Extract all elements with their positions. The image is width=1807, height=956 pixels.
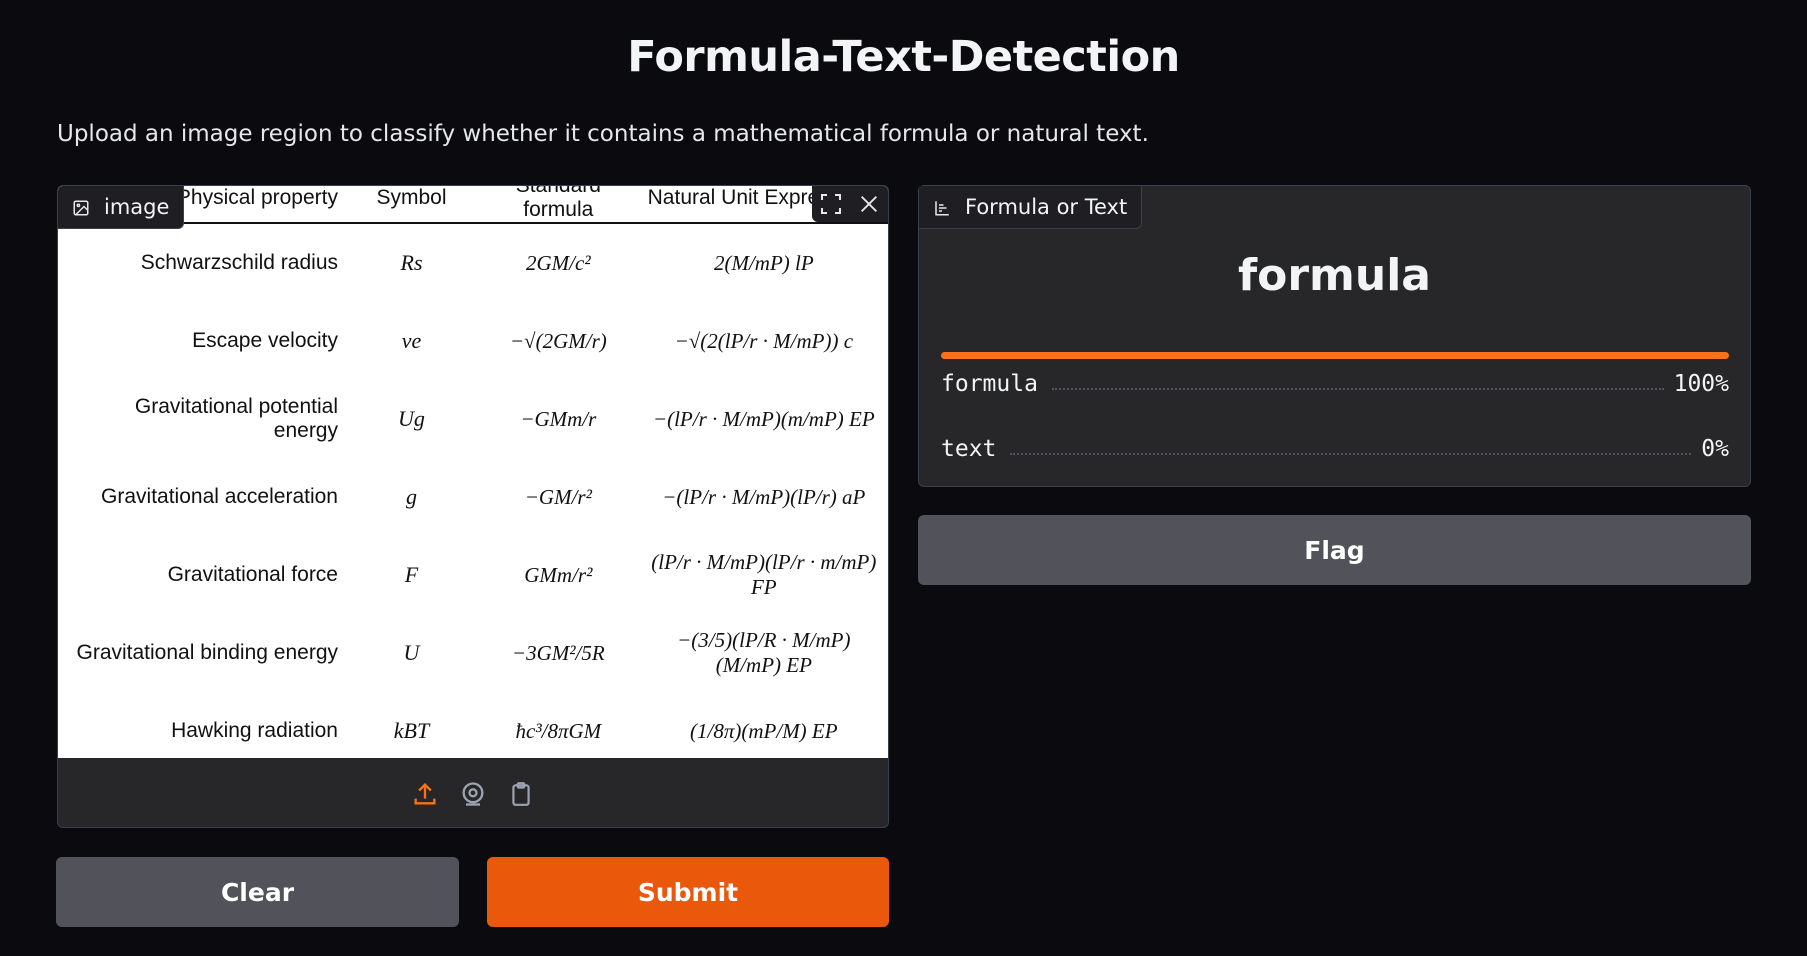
table-row: Schwarzschild radius Rs 2GM/c² 2(M/mP) l… [58,223,888,302]
close-icon[interactable] [850,186,888,222]
image-controls [812,186,888,222]
flag-button[interactable]: Flag [918,515,1751,585]
table-row: Escape velocity ve −√(2GM/r) −√(2(lP/r ·… [58,302,888,380]
cell-symbol: ve [401,328,422,353]
cell-standard: −3GM²/5R [511,640,605,665]
cell-natural: (1/8π)(mP/M) EP [690,718,838,743]
table-row: Gravitational acceleration g −GM/r² −(lP… [58,458,888,536]
upload-icon[interactable] [409,778,441,810]
output-label-tag: Formula or Text [919,186,1143,229]
cell-natural: −(lP/r · M/mP)(m/mP) EP [652,406,875,431]
cell-property: Schwarzschild radius [140,251,338,274]
cell-property: Hawking radiation [171,719,338,742]
cell-natural: (lP/r · M/mP)(lP/r · m/mP) FP [651,550,877,599]
cell-property: Gravitational potential energy [134,395,338,442]
table-row: Hawking radiation kBT ħc³/8πGM (1/8π)(mP… [58,692,888,758]
table-row: Gravitational binding energy U −3GM²/5R … [58,614,888,692]
cell-natural: −√(2(lP/r · M/mP)) c [674,328,854,353]
confidence-row-text[interactable]: text 0% [941,434,1729,464]
confidence-label: formula [941,371,1038,397]
output-label-text: Formula or Text [965,195,1128,219]
cell-standard: −√(2GM/r) [509,328,607,353]
cell-symbol: g [406,484,417,509]
predicted-label: formula [1237,250,1431,301]
confidence-value: 100% [1673,371,1729,397]
image-source-toolbar [58,758,888,827]
fullscreen-icon[interactable] [812,186,850,222]
clipboard-icon[interactable] [505,778,537,810]
confidence-row-formula[interactable]: formula 100% [941,369,1729,399]
cell-symbol: Ug [398,406,425,431]
image-label-text: image [104,195,170,219]
cell-standard: GMm/r² [524,562,593,587]
confidence-label: text [941,436,997,462]
cell-standard: −GMm/r [520,406,597,431]
cell-symbol: F [404,562,419,587]
table-row: Gravitational force F GMm/r² (lP/r · M/m… [58,536,888,614]
table-header-symbol: Symbol [346,186,477,224]
cell-standard: 2GM/c² [526,250,591,275]
confidence-bar [941,352,1729,359]
cell-natural: −(lP/r · M/mP)(lP/r) aP [662,484,866,509]
cell-symbol: kBT [393,718,430,743]
table-header-standard: Standard formula [477,186,640,224]
image-label-tag: image [58,186,185,229]
cell-standard: −GM/r² [524,484,592,509]
cell-property: Gravitational binding energy [76,641,339,664]
cell-standard: ħc³/8πGM [515,718,602,743]
confidence-value: 0% [1701,436,1729,462]
dotted-leader [1051,388,1664,390]
clear-button[interactable]: Clear [56,857,459,927]
cell-property: Gravitational force [167,563,338,586]
uploaded-image: Physical property Symbol Standard formul… [58,186,888,758]
cell-property: Gravitational acceleration [101,485,338,508]
table-row: Gravitational potential energy Ug −GMm/r… [58,380,888,458]
page-title: Formula-Text-Detection [627,32,1180,82]
confidence-bar-fill [941,352,1729,359]
webcam-icon[interactable] [457,778,489,810]
image-icon [72,198,90,216]
cell-property: Escape velocity [192,329,338,352]
bar-chart-icon [933,198,951,216]
page-description: Upload an image region to classify wheth… [57,121,1149,147]
cell-natural: 2(M/mP) lP [713,250,814,275]
cell-symbol: U [403,640,420,665]
image-input-panel[interactable]: Physical property Symbol Standard formul… [57,185,889,828]
label-output-panel: Formula or Text formula formula 100% tex… [918,185,1751,487]
submit-button[interactable]: Submit [487,857,889,927]
dotted-leader [1010,453,1692,455]
cell-natural: −(3/5)(lP/R · M/mP)(M/mP) EP [677,628,851,677]
physics-formula-table: Physical property Symbol Standard formul… [58,186,888,758]
cell-symbol: Rs [400,250,423,275]
